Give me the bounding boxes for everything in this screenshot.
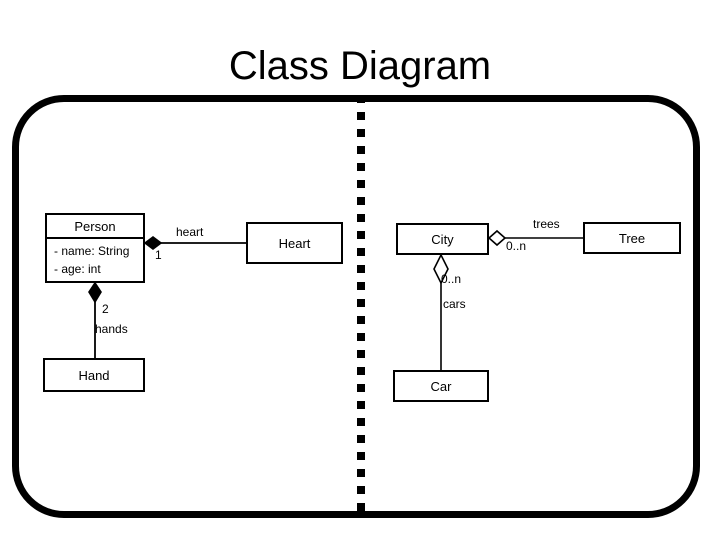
class-name-person: Person (74, 219, 116, 234)
class-box-city[interactable]: City (396, 223, 489, 255)
class-name-tree: Tree (618, 231, 646, 246)
role-label-trees: trees (533, 217, 560, 231)
class-attribute: - age: int (54, 262, 101, 276)
class-box-heart[interactable]: Heart (246, 222, 343, 264)
multiplicity-label-trees: 0..n (506, 239, 527, 253)
class-box-hand[interactable]: Hand (43, 358, 145, 392)
multiplicity-label-heart: 1 (155, 248, 162, 262)
class-name-car: Car (430, 379, 452, 394)
hollow-diamond-city-tree (487, 229, 507, 247)
multiplicity-label-hands: 2 (102, 302, 109, 316)
slide-canvas: Class Diagram Person - name: String - ag… (0, 0, 720, 540)
class-attribute: - name: String (54, 244, 130, 258)
class-attributes-person: - name: String - age: int (47, 237, 143, 281)
class-name-heart: Heart (278, 236, 311, 251)
class-name-hand: Hand (78, 368, 110, 383)
multiplicity-label-cars: 0..n (441, 272, 462, 286)
class-box-tree[interactable]: Tree (583, 222, 681, 254)
role-label-cars: cars (443, 297, 466, 311)
class-box-person[interactable]: Person - name: String - age: int (45, 213, 145, 283)
role-label-hands: hands (95, 322, 128, 336)
role-label-heart: heart (176, 225, 204, 239)
class-box-car[interactable]: Car (393, 370, 489, 402)
filled-diamond-person-hand (88, 281, 102, 304)
class-name-city: City (431, 232, 454, 247)
